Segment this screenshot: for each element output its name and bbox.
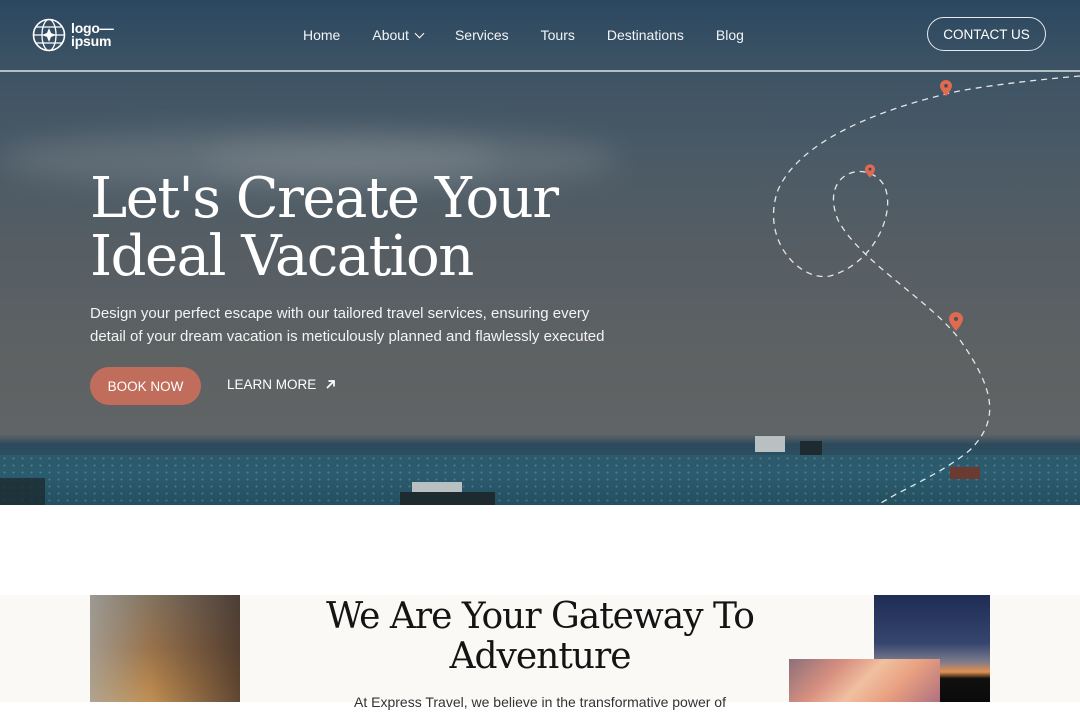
boat-image [755, 436, 785, 452]
nav-destinations[interactable]: Destinations [607, 27, 684, 43]
globe-logo-icon [32, 18, 66, 52]
nav-blog-label: Blog [715, 27, 744, 43]
about-intro-text: At Express Travel, we believe in the tra… [354, 694, 726, 710]
sea-sparkle [0, 455, 1080, 505]
learn-more-link[interactable]: LEARN MORE [227, 377, 336, 392]
learn-more-label: LEARN MORE [227, 377, 317, 392]
nav-services[interactable]: Services [455, 27, 509, 43]
top-navbar: logo— ipsum Home About Services Tours De… [0, 0, 1080, 72]
hero-title: Let's Create Your Ideal Vacation [90, 170, 559, 289]
nav-about[interactable]: About [372, 27, 425, 43]
hero-section: logo— ipsum Home About Services Tours De… [0, 0, 1080, 505]
contact-us-button[interactable]: CONTACT US [927, 17, 1046, 51]
logo-text-line2: ipsum [71, 33, 112, 49]
nav-blog[interactable]: Blog [716, 27, 744, 43]
nav-about-label: About [372, 27, 409, 43]
hero-subtitle-line2: detail of your dream vacation is meticul… [90, 328, 605, 345]
book-now-button[interactable]: BOOK NOW [90, 367, 201, 405]
nav-services-label: Services [454, 27, 509, 43]
hero-title-line1: Let's Create Your [90, 166, 559, 231]
nav-home-label: Home [303, 27, 341, 43]
nav-tours[interactable]: Tours [541, 27, 575, 43]
about-title-line2: Adventure [449, 636, 631, 677]
nav-destinations-label: Destinations [606, 27, 684, 43]
boat-image [950, 467, 980, 479]
hero-subtitle-line1: Design your perfect escape with our tail… [90, 305, 590, 322]
map-pin-icon [940, 80, 952, 96]
main-nav: Home About Services Tours Destinations B… [303, 27, 776, 43]
about-title-line1: We Are Your Gateway To [326, 596, 755, 637]
boat-image [400, 492, 495, 505]
arrow-up-right-icon [326, 380, 336, 389]
about-title: We Are Your Gateway To Adventure [240, 597, 840, 677]
boat-image [800, 441, 822, 455]
map-pin-icon [865, 164, 875, 178]
nav-tours-label: Tours [540, 27, 575, 43]
nav-home[interactable]: Home [303, 27, 340, 43]
boat-image [0, 478, 45, 505]
logo[interactable]: logo— ipsum [32, 18, 114, 52]
hero-title-line2: Ideal Vacation [90, 224, 474, 289]
map-pin-icon [949, 312, 963, 331]
chevron-down-icon [414, 28, 425, 38]
hero-subtitle: Design your perfect escape with our tail… [90, 302, 650, 348]
sunset-jumping-people-image [90, 595, 240, 702]
